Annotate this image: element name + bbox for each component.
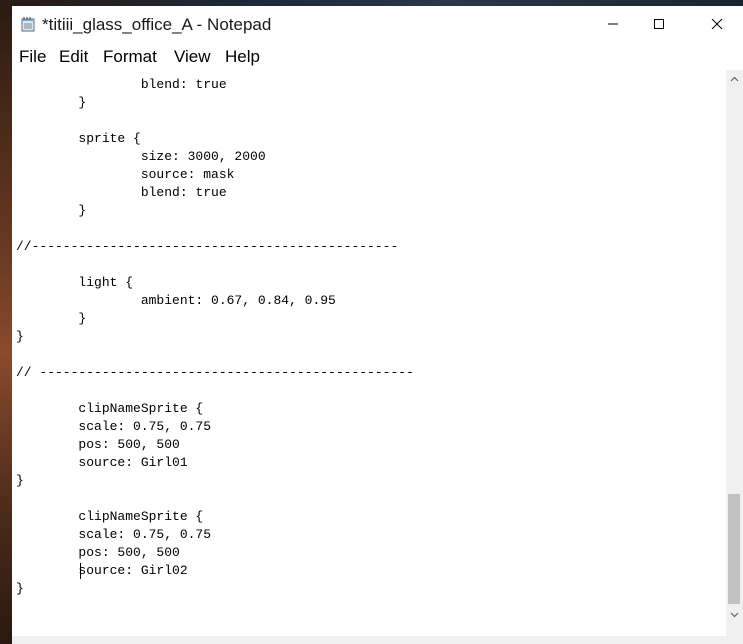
editor-line: // -------------------------------------… (16, 365, 414, 380)
editor-line: source: mask (16, 167, 235, 182)
window-title: *titiii_glass_office_A - Notepad (42, 15, 272, 34)
editor-line: } (16, 581, 24, 596)
chevron-down-icon (730, 612, 739, 617)
close-button[interactable] (694, 6, 740, 42)
editor-line: blend: true (16, 185, 227, 200)
editor-line: //--------------------------------------… (16, 239, 399, 254)
title-bar[interactable]: *titiii_glass_office_A - Notepad (12, 6, 743, 42)
editor-line: sprite { (16, 131, 141, 146)
editor-line: } (16, 311, 87, 326)
menu-file[interactable]: File (19, 47, 46, 67)
vertical-scrollbar[interactable] (726, 70, 743, 644)
editor-line: clipNameSprite { (16, 401, 204, 416)
editor-line: light { (16, 275, 134, 290)
editor-line: scale: 0.75, 0.75 (16, 419, 212, 434)
maximize-button[interactable] (636, 6, 682, 42)
maximize-icon (654, 19, 664, 29)
minimize-icon (608, 23, 618, 25)
text-cursor (80, 563, 81, 579)
minimize-button[interactable] (590, 6, 636, 42)
editor-line: } (16, 329, 24, 344)
horizontal-scrollbar[interactable] (12, 636, 726, 644)
editor-line: } (16, 473, 24, 488)
menu-view[interactable]: View (174, 47, 211, 67)
editor-line: ambient: 0.67, 0.84, 0.95 (16, 293, 336, 308)
menu-edit[interactable]: Edit (59, 47, 88, 67)
scrollbar-thumb[interactable] (728, 494, 740, 604)
editor-line: pos: 500, 500 (16, 545, 180, 560)
menu-format[interactable]: Format (103, 47, 157, 67)
editor-line: size: 3000, 2000 (16, 149, 266, 164)
editor-line: } (16, 203, 87, 218)
editor-line: source: Girl01 (16, 455, 188, 470)
scroll-up-button[interactable] (726, 70, 743, 87)
chevron-up-icon (730, 76, 739, 81)
editor-line: blend: true (16, 77, 227, 92)
editor-line: } (16, 95, 87, 110)
editor-line: source: Girl02 (16, 563, 188, 578)
scroll-down-button[interactable] (726, 606, 743, 623)
editor-line: scale: 0.75, 0.75 (16, 527, 212, 542)
editor-line: pos: 500, 500 (16, 437, 180, 452)
notepad-window: *titiii_glass_office_A - Notepad File Ed… (12, 6, 743, 644)
menu-help[interactable]: Help (225, 47, 260, 67)
editor-line: clipNameSprite { (16, 509, 204, 524)
menu-bar: File Edit Format View Help (12, 42, 743, 70)
notepad-icon (21, 17, 35, 32)
close-icon (711, 18, 723, 30)
text-editor[interactable]: blend: true } sprite { size: 3000, 2000 … (12, 70, 726, 636)
desktop-background (0, 0, 12, 644)
